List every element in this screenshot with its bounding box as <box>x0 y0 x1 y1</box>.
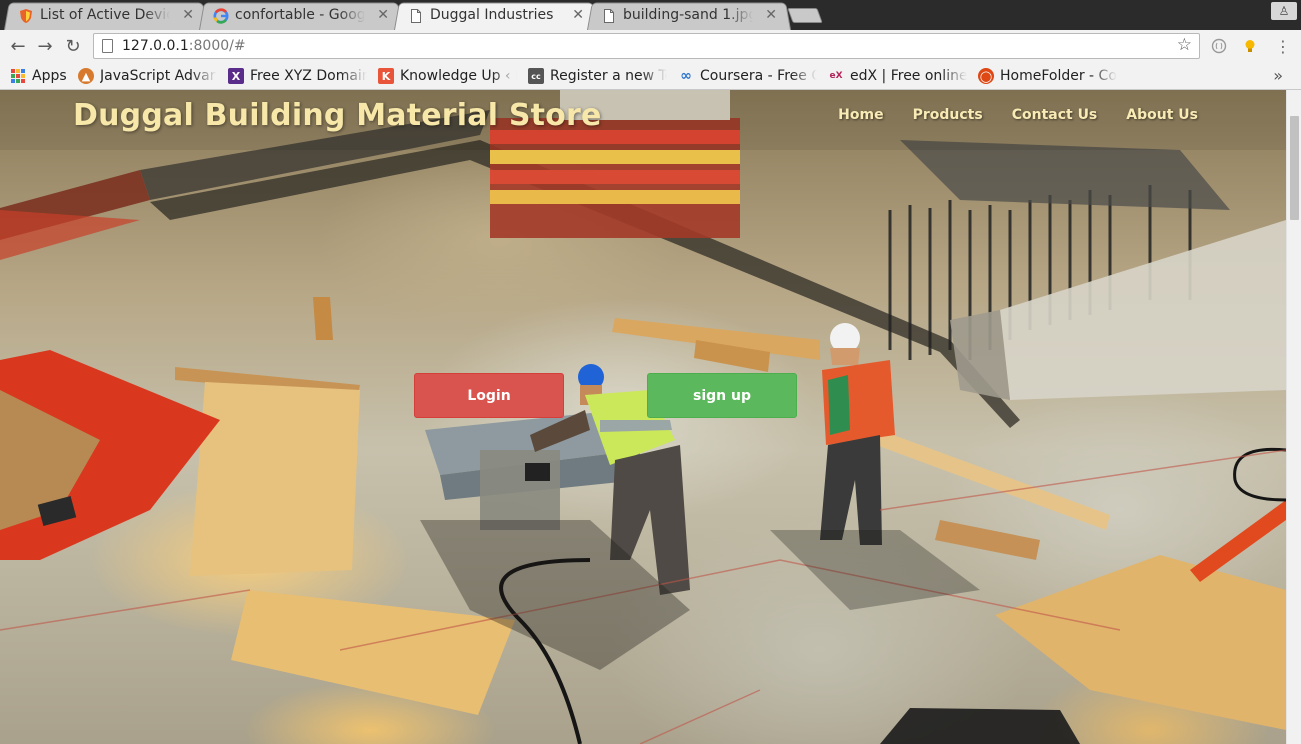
close-icon[interactable]: ✕ <box>182 7 194 23</box>
google-icon <box>213 8 229 24</box>
fox-icon: ▲ <box>78 68 94 84</box>
ubuntu-icon: ◯ <box>978 68 994 84</box>
bookmark-coursera[interactable]: ∞ Coursera - Free O <box>678 67 817 85</box>
bookmark-apps[interactable]: Apps <box>10 67 67 85</box>
coursera-icon: ∞ <box>680 68 692 84</box>
nav-home-link[interactable]: Home <box>838 107 883 123</box>
site-nav: Home Products Contact Us About Us <box>838 107 1198 123</box>
tab-google[interactable]: confortable - Googl ✕ <box>199 1 403 30</box>
new-tab-button[interactable] <box>787 8 823 23</box>
lightbulb-icon[interactable] <box>1242 38 1258 54</box>
reload-icon[interactable]: ↻ <box>61 34 85 58</box>
menu-dots-icon[interactable]: ⋮ <box>1275 37 1291 56</box>
signup-button[interactable]: sign up <box>647 373 797 418</box>
page-info-icon[interactable] <box>102 39 113 53</box>
bookmarks-overflow-icon[interactable]: » <box>1273 66 1283 85</box>
tab-title: Duggal Industries <box>430 7 554 23</box>
tab-title: confortable - Googl <box>235 7 365 23</box>
hero-background-image <box>0 90 1286 744</box>
bookmark-label: edX | Free online <box>850 68 967 84</box>
tab-title: building-sand 1.jpg <box>623 7 753 23</box>
page-icon <box>604 9 614 23</box>
xyz-icon: X <box>228 68 244 84</box>
bookmark-knowledge-up[interactable]: K Knowledge Up ‹ L <box>378 67 517 85</box>
close-icon[interactable]: ✕ <box>572 7 584 23</box>
login-button[interactable]: Login <box>414 373 564 418</box>
bookmark-label: Coursera - Free O <box>700 68 817 84</box>
bookmark-star-icon[interactable]: ☆ <box>1177 35 1192 55</box>
profile-icon[interactable]: ♙ <box>1271 2 1297 20</box>
url-text[interactable]: 127.0.0.1:8000/# <box>122 38 246 54</box>
bookmark-label: Free XYZ Domain <box>250 68 367 84</box>
bookmark-javascript[interactable]: ▲ JavaScript Advar <box>78 67 217 85</box>
nav-products-link[interactable]: Products <box>913 107 983 123</box>
scrollbar-thumb[interactable] <box>1290 116 1299 220</box>
bookmark-label: JavaScript Advar <box>100 68 216 84</box>
bookmark-label: Register a new Te <box>550 68 667 84</box>
back-arrow-icon[interactable]: ← <box>6 34 30 58</box>
shield-icon <box>20 9 32 23</box>
bookmarks-bar: Apps ▲ JavaScript Advar X Free XYZ Domai… <box>0 62 1301 90</box>
cc-icon: cc <box>528 68 544 84</box>
bookmark-free-xyz[interactable]: X Free XYZ Domain <box>228 67 367 85</box>
bookmark-register[interactable]: cc Register a new Te <box>528 67 667 85</box>
browser-toolbar: ← → ↻ 127.0.0.1:8000/# ☆ ⋮ <box>0 30 1301 62</box>
site-brand-title[interactable]: Duggal Building Material Store <box>73 98 602 133</box>
bookmark-edx[interactable]: eX edX | Free online <box>828 67 967 85</box>
page-scrollbar[interactable] <box>1286 90 1301 744</box>
page-viewport: Duggal Building Material Store Home Prod… <box>0 90 1286 744</box>
tab-active-devices[interactable]: List of Active Devic ✕ <box>4 1 208 30</box>
nav-contact-link[interactable]: Contact Us <box>1012 107 1098 123</box>
tab-title: List of Active Devic <box>40 7 170 23</box>
bookmark-homefolder[interactable]: ◯ HomeFolder - Co <box>978 67 1117 85</box>
tab-building-sand[interactable]: building-sand 1.jpg ✕ <box>587 1 791 30</box>
address-bar[interactable]: 127.0.0.1:8000/# ☆ <box>93 33 1200 59</box>
edx-icon: eX <box>829 71 843 81</box>
nav-about-link[interactable]: About Us <box>1126 107 1198 123</box>
close-icon[interactable]: ✕ <box>765 7 777 23</box>
extension-circle-icon[interactable] <box>1211 38 1227 54</box>
tab-strip: List of Active Devic ✕ confortable - Goo… <box>0 0 1301 30</box>
bookmark-label: Knowledge Up ‹ L <box>400 68 517 84</box>
apps-grid-icon <box>11 69 25 83</box>
bookmark-label: HomeFolder - Co <box>1000 68 1117 84</box>
tab-duggal-industries[interactable]: Duggal Industries ✕ <box>394 1 598 30</box>
knowledge-icon: K <box>378 68 394 84</box>
forward-arrow-icon[interactable]: → <box>33 34 57 58</box>
bookmark-label: Apps <box>32 68 67 84</box>
url-path: :8000/# <box>188 38 246 54</box>
url-host: 127.0.0.1 <box>122 38 189 54</box>
close-icon[interactable]: ✕ <box>377 7 389 23</box>
page-icon <box>411 9 421 23</box>
